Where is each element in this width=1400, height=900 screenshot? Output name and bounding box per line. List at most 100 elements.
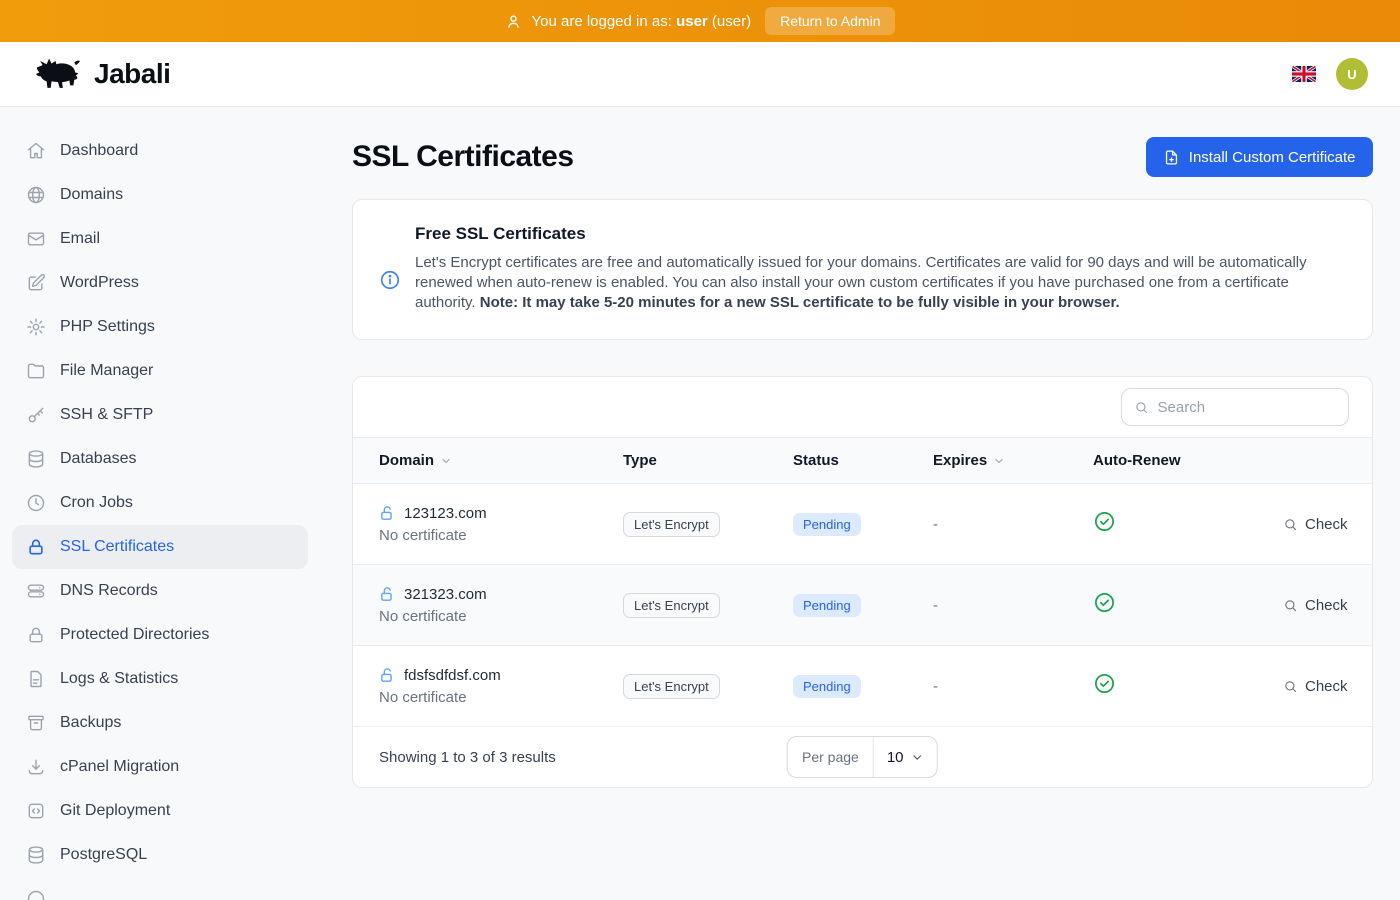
document-plus-icon [1163, 149, 1180, 166]
certificate-subtitle: No certificate [379, 608, 623, 625]
auto-renew-check-icon [1093, 591, 1116, 614]
lock-icon [26, 625, 46, 645]
pagination-row: Showing 1 to 3 of 3 results Per page 10 [353, 727, 1372, 787]
auto-renew-check-icon [1093, 510, 1116, 533]
sidebar: Dashboard Domains Email WordPress PHP Se… [0, 107, 320, 900]
sidebar-item-email[interactable]: Email [12, 217, 308, 261]
install-custom-certificate-button[interactable]: Install Custom Certificate [1146, 137, 1373, 177]
check-button[interactable]: Check [1283, 678, 1348, 695]
impersonation-message: You are logged in as: user (user) [505, 13, 752, 30]
database-icon [26, 845, 46, 865]
type-badge: Let's Encrypt [623, 512, 720, 537]
sidebar-item-file-manager[interactable]: File Manager [12, 349, 308, 393]
type-badge: Let's Encrypt [623, 593, 720, 618]
column-expires[interactable]: Expires [933, 452, 1093, 469]
table-row: 321323.com No certificate Let's Encrypt … [353, 565, 1372, 646]
expires-value: - [933, 516, 1093, 533]
chevron-down-icon [440, 455, 452, 467]
sidebar-item-ssl-certificates[interactable]: SSL Certificates [12, 525, 308, 569]
per-page-label: Per page [788, 737, 874, 777]
download-icon [26, 757, 46, 777]
sidebar-item-wordpress[interactable]: WordPress [12, 261, 308, 305]
unlock-icon [379, 667, 396, 684]
sidebar-item-php-settings[interactable]: PHP Settings [12, 305, 308, 349]
domain-name: fdsfsdfdsf.com [404, 667, 501, 684]
sidebar-item-domains[interactable]: Domains [12, 173, 308, 217]
database-icon [26, 449, 46, 469]
info-title: Free SSL Certificates [415, 224, 1346, 244]
per-page-select[interactable]: Per page 10 [787, 736, 938, 778]
app-header: Jabali U [0, 42, 1400, 107]
search-input[interactable] [1158, 399, 1336, 416]
sidebar-item-databases[interactable]: Databases [12, 437, 308, 481]
info-icon [379, 269, 401, 291]
logged-in-role: (user) [712, 13, 751, 30]
chevron-down-icon [993, 455, 1005, 467]
unlock-icon [379, 505, 396, 522]
code-icon [26, 801, 46, 821]
sidebar-item-postgresql[interactable]: PostgreSQL [12, 833, 308, 877]
brand[interactable]: Jabali [32, 56, 170, 92]
gear-icon [26, 317, 46, 337]
search-box[interactable] [1121, 388, 1349, 426]
logged-in-username: user [676, 13, 708, 30]
info-body: Let's Encrypt certificates are free and … [415, 253, 1346, 313]
column-auto-renew: Auto-Renew [1093, 452, 1283, 469]
logged-in-as-text: You are logged in as: [532, 13, 672, 30]
search-icon [1134, 399, 1149, 416]
table-row: fdsfsdfdsf.com No certificate Let's Encr… [353, 646, 1372, 727]
column-domain[interactable]: Domain [379, 452, 623, 469]
type-badge: Let's Encrypt [623, 674, 720, 699]
user-avatar[interactable]: U [1336, 58, 1368, 90]
sidebar-item-backups[interactable]: Backups [12, 701, 308, 745]
sidebar-item-cron-jobs[interactable]: Cron Jobs [12, 481, 308, 525]
chevron-down-icon [911, 751, 924, 764]
column-status: Status [793, 452, 933, 469]
expires-value: - [933, 678, 1093, 695]
home-icon [26, 141, 46, 161]
certificate-subtitle: No certificate [379, 527, 623, 544]
folder-icon [26, 361, 46, 381]
sidebar-item-cpanel-migration[interactable]: cPanel Migration [12, 745, 308, 789]
table-row: 123123.com No certificate Let's Encrypt … [353, 484, 1372, 565]
check-button[interactable]: Check [1283, 597, 1348, 614]
search-icon [1283, 517, 1298, 532]
clock-icon [26, 493, 46, 513]
lock-icon [26, 537, 46, 557]
search-icon [1283, 679, 1298, 694]
person-icon [505, 13, 522, 30]
search-icon [1283, 598, 1298, 613]
language-flag-icon[interactable] [1292, 66, 1316, 82]
archive-icon [26, 713, 46, 733]
certificate-subtitle: No certificate [379, 689, 623, 706]
sidebar-item-dns-records[interactable]: DNS Records [12, 569, 308, 613]
pencil-icon [26, 273, 46, 293]
status-badge: Pending [793, 675, 861, 698]
check-button[interactable]: Check [1283, 516, 1348, 533]
circle-icon [26, 889, 46, 900]
certificates-table-card: Domain Type Status Expires Auto-Renew 12… [352, 376, 1373, 788]
free-ssl-info-card: Free SSL Certificates Let's Encrypt cert… [352, 199, 1373, 340]
column-type: Type [623, 452, 793, 469]
status-badge: Pending [793, 513, 861, 536]
info-note: Note: It may take 5-20 minutes for a new… [480, 294, 1120, 311]
page-title: SSL Certificates [352, 140, 574, 174]
document-icon [26, 669, 46, 689]
impersonation-banner: You are logged in as: user (user) Return… [0, 0, 1400, 42]
sidebar-item-partial[interactable] [12, 877, 308, 900]
sidebar-item-ssh-sftp[interactable]: SSH & SFTP [12, 393, 308, 437]
results-count: Showing 1 to 3 of 3 results [379, 749, 556, 766]
sidebar-item-dashboard[interactable]: Dashboard [12, 129, 308, 173]
sidebar-item-git-deployment[interactable]: Git Deployment [12, 789, 308, 833]
status-badge: Pending [793, 594, 861, 617]
main-content: SSL Certificates Install Custom Certific… [320, 107, 1400, 900]
expires-value: - [933, 597, 1093, 614]
envelope-icon [26, 229, 46, 249]
globe-icon [26, 185, 46, 205]
sidebar-item-logs-statistics[interactable]: Logs & Statistics [12, 657, 308, 701]
unlock-icon [379, 586, 396, 603]
server-icon [26, 581, 46, 601]
return-to-admin-button[interactable]: Return to Admin [765, 7, 895, 35]
sidebar-item-protected-directories[interactable]: Protected Directories [12, 613, 308, 657]
domain-name: 123123.com [404, 505, 487, 522]
